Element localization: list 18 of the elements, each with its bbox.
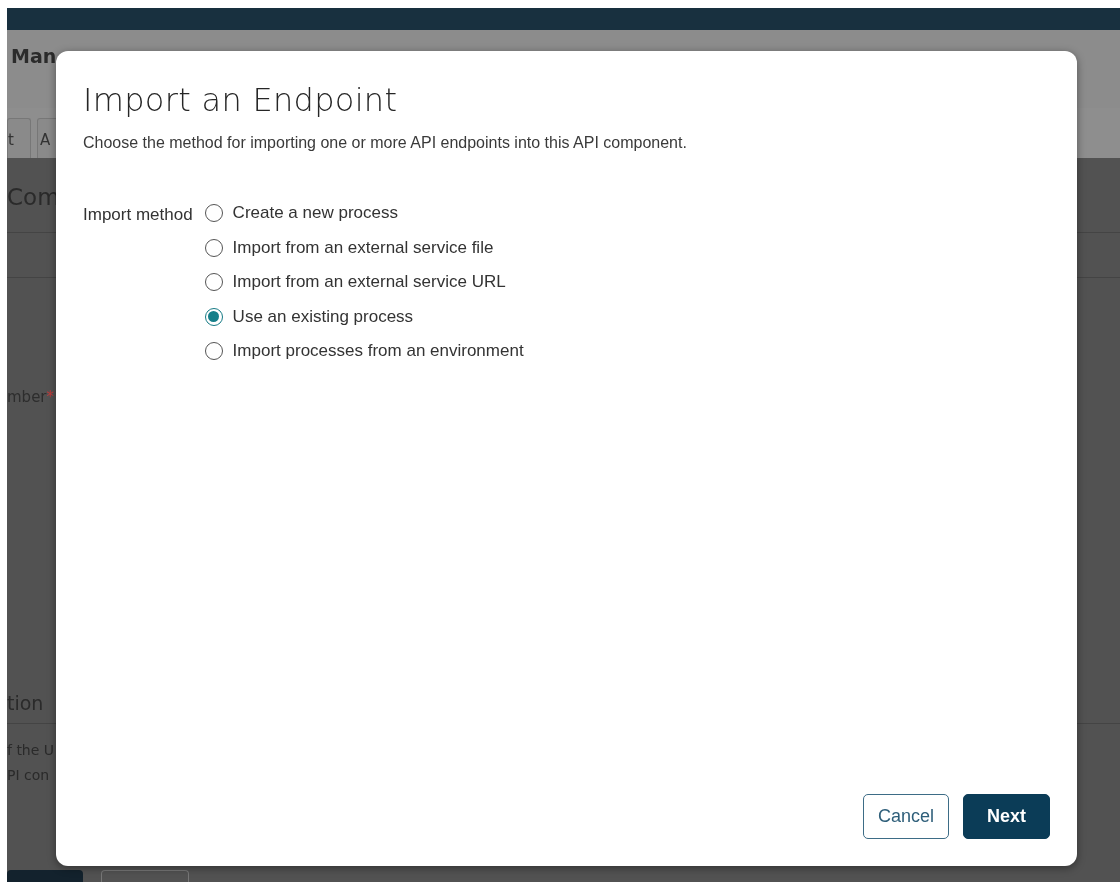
radio-button[interactable] [204,342,223,361]
next-button[interactable]: Next [963,794,1050,839]
dialog-description: Choose the method for importing one or more API endpoints into this API component. [83,133,688,154]
cancel-button[interactable]: Cancel [862,794,949,839]
option-label[interactable]: Import from an external service file [232,234,494,261]
field-label: mber* [7,387,56,408]
radio-button[interactable] [204,273,223,292]
option-label[interactable]: Import processes from an environment [232,338,524,364]
radio-button[interactable] [204,204,223,223]
page-title: Man [11,45,57,67]
tab[interactable]: t [7,118,31,158]
field-label: Import method [83,204,193,227]
radio-button[interactable] [204,238,223,257]
option-label[interactable]: Use an existing process [232,303,414,330]
radio-button[interactable] [204,307,223,326]
dialog-title: Import an Endpoint [83,81,399,120]
option-label[interactable]: Create a new process [232,200,398,226]
option-label[interactable]: Import from an external service URL [232,269,506,295]
